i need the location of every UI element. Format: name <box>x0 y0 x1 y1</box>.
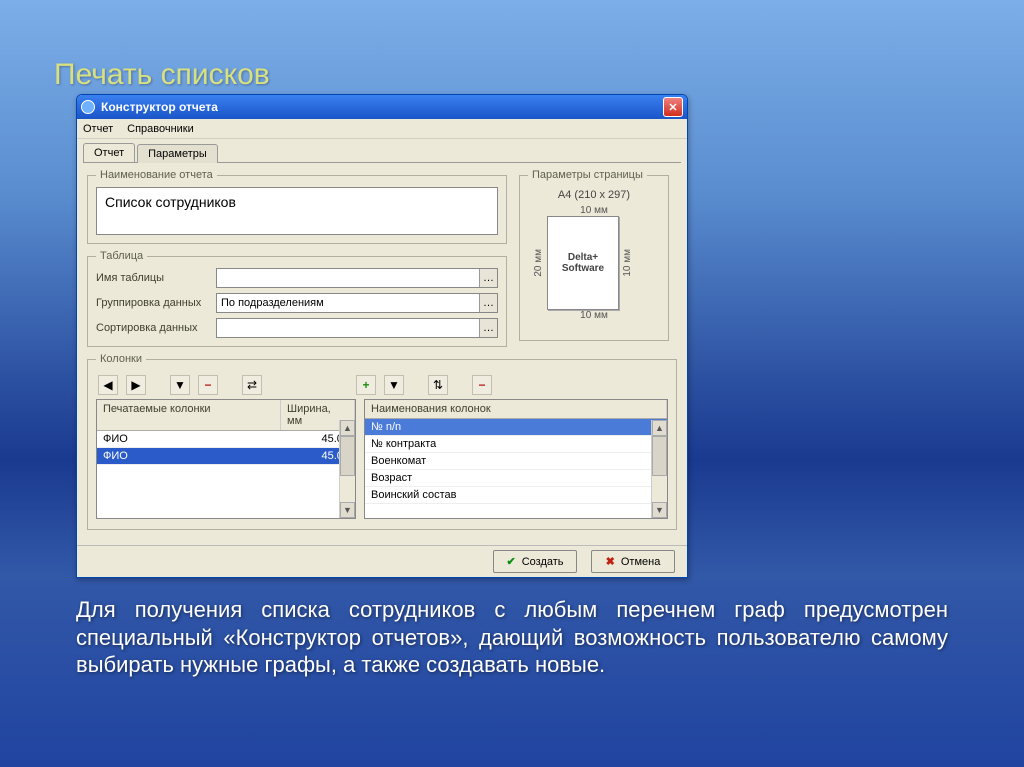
menubar: Отчет Справочники <box>77 119 687 139</box>
list-item[interactable]: Воинский состав <box>365 487 667 504</box>
menu-report[interactable]: Отчет <box>83 123 113 135</box>
move-right-icon[interactable]: ▶ <box>126 375 146 395</box>
list-item[interactable]: № контракта <box>365 436 667 453</box>
header-col-names: Наименования колонок <box>365 400 667 418</box>
app-icon <box>81 100 95 114</box>
tab-report[interactable]: Отчет <box>83 143 135 162</box>
browse-icon[interactable]: … <box>479 269 497 287</box>
tabs: Отчет Параметры <box>77 139 687 162</box>
list-item[interactable]: Военкомат <box>365 453 667 470</box>
combo-sort-by[interactable]: … <box>216 318 498 338</box>
margin-top-label: 10 мм <box>530 205 658 216</box>
dialog-footer: ✔ Создать ✖ Отмена <box>77 545 687 577</box>
paper-size: А4 (210 x 297) <box>528 189 660 201</box>
check-icon: ✔ <box>506 555 515 568</box>
swap-icon[interactable]: ⇄ <box>242 375 262 395</box>
toolbar-right: + ▼ ⇅ − <box>354 371 494 399</box>
grid-column-names[interactable]: Наименования колонок № n/n № контракта В… <box>364 399 668 519</box>
legend-table: Таблица <box>96 250 147 262</box>
browse-icon[interactable]: … <box>479 294 497 312</box>
window-title: Конструктор отчета <box>101 100 663 114</box>
combo-group-by[interactable]: По подразделениям … <box>216 293 498 313</box>
close-icon: ✖ <box>606 555 615 568</box>
add-icon[interactable]: + <box>356 375 376 395</box>
list-item[interactable]: Возраст <box>365 470 667 487</box>
table-row[interactable]: ФИО 45.00 <box>97 431 355 448</box>
legend-columns: Колонки <box>96 353 146 365</box>
margin-right-label: 10 мм <box>619 249 636 277</box>
scroll-thumb[interactable] <box>340 436 355 476</box>
fieldset-report-name: Наименование отчета Список сотрудников <box>87 169 507 244</box>
report-name-input[interactable]: Список сотрудников <box>96 187 498 235</box>
menu-references[interactable]: Справочники <box>127 123 194 135</box>
margin-left-label: 20 мм <box>530 249 547 277</box>
label-table-name: Имя таблицы <box>96 272 216 284</box>
dialog-window: Конструктор отчета ✕ Отчет Справочники О… <box>76 94 688 578</box>
list-item[interactable]: № n/n <box>365 419 667 436</box>
scroll-thumb[interactable] <box>652 436 667 476</box>
page-sheet: Delta+ Software <box>547 216 619 310</box>
close-button[interactable]: ✕ <box>663 97 683 117</box>
fieldset-page-params: Параметры страницы А4 (210 x 297) 10 мм … <box>519 169 669 341</box>
move-down-icon[interactable]: ▼ <box>384 375 404 395</box>
scrollbar[interactable]: ▲ ▼ <box>651 420 667 518</box>
tab-panel: Наименование отчета Список сотрудников Т… <box>83 162 681 542</box>
legend-report-name: Наименование отчета <box>96 169 217 181</box>
move-left-icon[interactable]: ◀ <box>98 375 118 395</box>
copy-icon[interactable]: ⇅ <box>428 375 448 395</box>
remove-icon[interactable]: − <box>472 375 492 395</box>
slide-title: Печать списков <box>54 58 270 92</box>
fieldset-table: Таблица Имя таблицы … Группировка данных… <box>87 250 507 347</box>
move-down-icon[interactable]: ▼ <box>170 375 190 395</box>
scrollbar[interactable]: ▲ ▼ <box>339 420 355 518</box>
grid-printed-columns[interactable]: Печатаемые колонки Ширина, мм ФИО 45.00 … <box>96 399 356 519</box>
page-preview: 10 мм 20 мм Delta+ Software 10 мм 10 мм <box>530 205 658 321</box>
tab-params[interactable]: Параметры <box>137 144 218 163</box>
combo-table-name[interactable]: … <box>216 268 498 288</box>
fieldset-columns: Колонки ◀ ▶ ▼ − ⇄ + ▼ ⇅ <box>87 353 677 530</box>
legend-page-params: Параметры страницы <box>528 169 647 181</box>
cancel-button[interactable]: ✖ Отмена <box>591 550 675 573</box>
scroll-up-icon[interactable]: ▲ <box>652 420 667 436</box>
label-sort-by: Сортировка данных <box>96 322 216 334</box>
scroll-up-icon[interactable]: ▲ <box>340 420 355 436</box>
remove-icon[interactable]: − <box>198 375 218 395</box>
create-button[interactable]: ✔ Создать <box>493 550 577 573</box>
scroll-down-icon[interactable]: ▼ <box>340 502 355 518</box>
scroll-down-icon[interactable]: ▼ <box>652 502 667 518</box>
label-group-by: Группировка данных <box>96 297 216 309</box>
titlebar: Конструктор отчета ✕ <box>77 95 687 119</box>
browse-icon[interactable]: … <box>479 319 497 337</box>
margin-bottom-label: 10 мм <box>530 310 658 321</box>
table-row[interactable]: ФИО 45.00 <box>97 448 355 465</box>
header-col-name: Печатаемые колонки <box>97 400 281 430</box>
toolbar-left: ◀ ▶ ▼ − ⇄ <box>96 371 264 399</box>
slide-description: Для получения списка сотрудников с любым… <box>76 596 948 679</box>
